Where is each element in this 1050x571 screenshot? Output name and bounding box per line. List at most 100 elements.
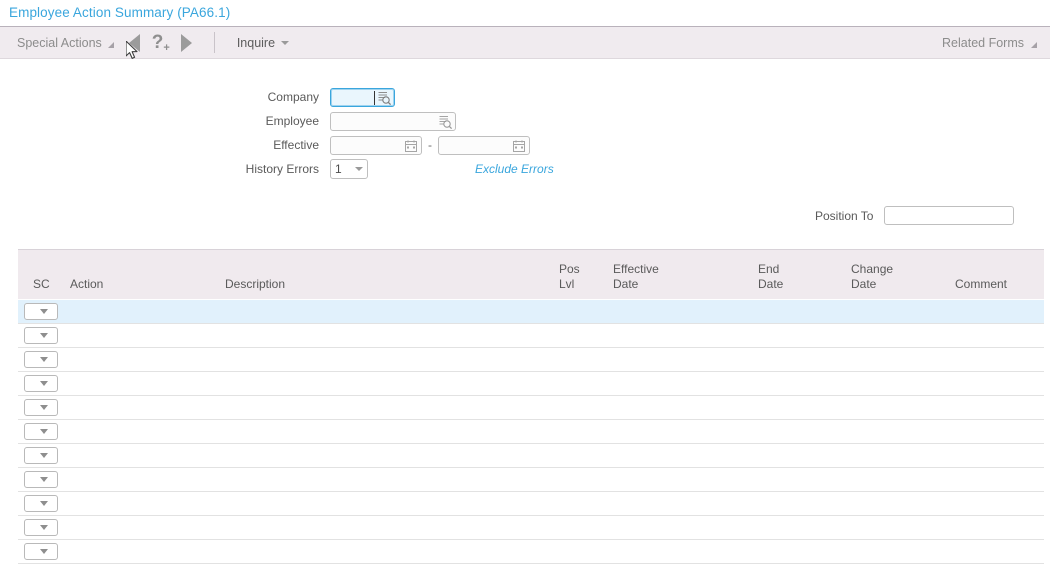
title-bar: Employee Action Summary (PA66.1) bbox=[0, 0, 1050, 26]
sc-select[interactable] bbox=[24, 327, 58, 344]
effective-to-date-input[interactable] bbox=[438, 135, 530, 155]
calendar-icon[interactable] bbox=[405, 140, 417, 152]
table-row[interactable] bbox=[18, 516, 1044, 540]
grid-header-line2: Date bbox=[613, 277, 639, 291]
sc-select[interactable] bbox=[24, 519, 58, 536]
table-row[interactable] bbox=[18, 420, 1044, 444]
table-row[interactable] bbox=[18, 492, 1044, 516]
grid-header-line2: SC bbox=[33, 277, 50, 291]
related-forms-menu[interactable]: Related Forms bbox=[942, 27, 1037, 58]
sc-select[interactable] bbox=[24, 447, 58, 464]
employee-input[interactable] bbox=[330, 111, 456, 131]
sc-select[interactable] bbox=[24, 471, 58, 488]
grid-header-line2: Lvl bbox=[559, 277, 575, 291]
grid-header-line2: Date bbox=[758, 277, 784, 291]
help-plus-glyph: + bbox=[163, 42, 170, 54]
inquire-label: Inquire bbox=[236, 35, 276, 50]
grid-header-line2: Date bbox=[851, 277, 877, 291]
sc-select[interactable] bbox=[24, 423, 58, 440]
effective-label: Effective bbox=[273, 138, 319, 152]
grid-header-change-date[interactable]: Change Date bbox=[851, 262, 893, 292]
grid-header-description[interactable]: Description bbox=[225, 277, 285, 292]
chevron-down-icon bbox=[40, 525, 48, 530]
grid-header-sc[interactable]: SC bbox=[33, 277, 50, 292]
table-row[interactable] bbox=[18, 468, 1044, 492]
effective-from-date-input[interactable] bbox=[330, 135, 422, 155]
employee-row: Employee bbox=[0, 109, 600, 133]
exclude-errors-link[interactable]: Exclude Errors bbox=[475, 162, 554, 176]
grid-header-pos-lvl[interactable]: Pos Lvl bbox=[559, 262, 580, 292]
employee-label: Employee bbox=[265, 114, 319, 128]
chevron-down-icon bbox=[40, 429, 48, 434]
table-row[interactable] bbox=[18, 324, 1044, 348]
chevron-down-icon bbox=[40, 357, 48, 362]
chevron-down-icon bbox=[40, 501, 48, 506]
grid-header-action[interactable]: Action bbox=[70, 277, 103, 292]
table-row[interactable] bbox=[18, 300, 1044, 324]
chevron-down-icon bbox=[281, 40, 290, 45]
toolbar: Special Actions ?+ Inquire Related Forms bbox=[0, 26, 1050, 59]
grid-header-effective-date[interactable]: Effective Date bbox=[613, 262, 659, 292]
chevron-down-icon bbox=[40, 333, 48, 338]
chevron-down-icon bbox=[40, 381, 48, 386]
table-row[interactable] bbox=[18, 396, 1044, 420]
related-forms-label: Related Forms bbox=[942, 35, 1024, 50]
text-caret bbox=[374, 90, 375, 105]
calendar-icon[interactable] bbox=[513, 140, 525, 152]
toolbar-divider bbox=[213, 32, 215, 53]
position-to-input[interactable] bbox=[884, 206, 1015, 225]
sc-select[interactable] bbox=[24, 351, 58, 368]
triangle-right-icon bbox=[181, 33, 193, 52]
sc-select[interactable] bbox=[24, 303, 58, 320]
grid-header-line2: Comment bbox=[955, 277, 1008, 291]
grid-header-line1: Effective bbox=[613, 262, 659, 276]
chevron-down-icon bbox=[40, 405, 48, 410]
company-input[interactable] bbox=[330, 87, 395, 107]
employee-action-grid: SC Action Description Pos Lvl Effective Date En… bbox=[18, 249, 1044, 564]
grid-header-end-date[interactable]: End Date bbox=[758, 262, 783, 292]
grid-header-line1: Change bbox=[851, 262, 894, 276]
sc-select[interactable] bbox=[24, 543, 58, 560]
company-label: Company bbox=[267, 90, 319, 104]
chevron-down-icon bbox=[40, 453, 48, 458]
table-row[interactable] bbox=[18, 372, 1044, 396]
chevron-down-icon bbox=[40, 477, 48, 482]
search-criteria-form: Company Employee Effective - History Err… bbox=[0, 85, 600, 181]
table-row[interactable] bbox=[18, 540, 1044, 564]
special-actions-menu[interactable]: Special Actions bbox=[0, 27, 122, 58]
grid-header-line2: Action bbox=[70, 277, 104, 291]
grid-header-line1: Pos bbox=[559, 262, 580, 276]
position-to-label: Position To bbox=[815, 208, 874, 223]
lookup-icon[interactable] bbox=[378, 91, 391, 105]
special-actions-label: Special Actions bbox=[17, 35, 102, 50]
grid-header-row: SC Action Description Pos Lvl Effective Date En… bbox=[18, 250, 1044, 300]
help-glyph: ? bbox=[151, 32, 164, 53]
chevron-corner-icon bbox=[1031, 41, 1037, 48]
grid-header-line1: End bbox=[758, 262, 780, 276]
question-plus-icon[interactable]: ?+ bbox=[148, 32, 174, 54]
history-errors-select[interactable]: 1 bbox=[330, 159, 368, 179]
table-row[interactable] bbox=[18, 444, 1044, 468]
previous-button[interactable] bbox=[122, 30, 148, 56]
table-row[interactable] bbox=[18, 348, 1044, 372]
sc-select[interactable] bbox=[24, 399, 58, 416]
company-row: Company bbox=[0, 85, 600, 109]
next-button[interactable] bbox=[174, 30, 200, 56]
sc-select[interactable] bbox=[24, 495, 58, 512]
history-errors-label: History Errors bbox=[245, 162, 319, 176]
lookup-icon[interactable] bbox=[439, 115, 452, 129]
effective-row: Effective - bbox=[0, 133, 600, 157]
history-errors-value: 1 bbox=[335, 162, 342, 176]
chevron-corner-icon bbox=[107, 41, 114, 48]
date-range-separator: - bbox=[428, 138, 432, 152]
chevron-down-icon bbox=[355, 167, 363, 171]
chevron-down-icon bbox=[40, 549, 48, 554]
grid-header-line2: Description bbox=[225, 277, 286, 291]
position-to-group: Position To bbox=[815, 206, 1015, 225]
inquire-menu[interactable]: Inquire bbox=[227, 27, 297, 58]
sc-select[interactable] bbox=[24, 375, 58, 392]
page-title: Employee Action Summary (PA66.1) bbox=[9, 5, 231, 20]
grid-header-comment[interactable]: Comment bbox=[955, 277, 1007, 292]
grid-body bbox=[18, 300, 1044, 564]
triangle-left-icon bbox=[129, 33, 141, 52]
